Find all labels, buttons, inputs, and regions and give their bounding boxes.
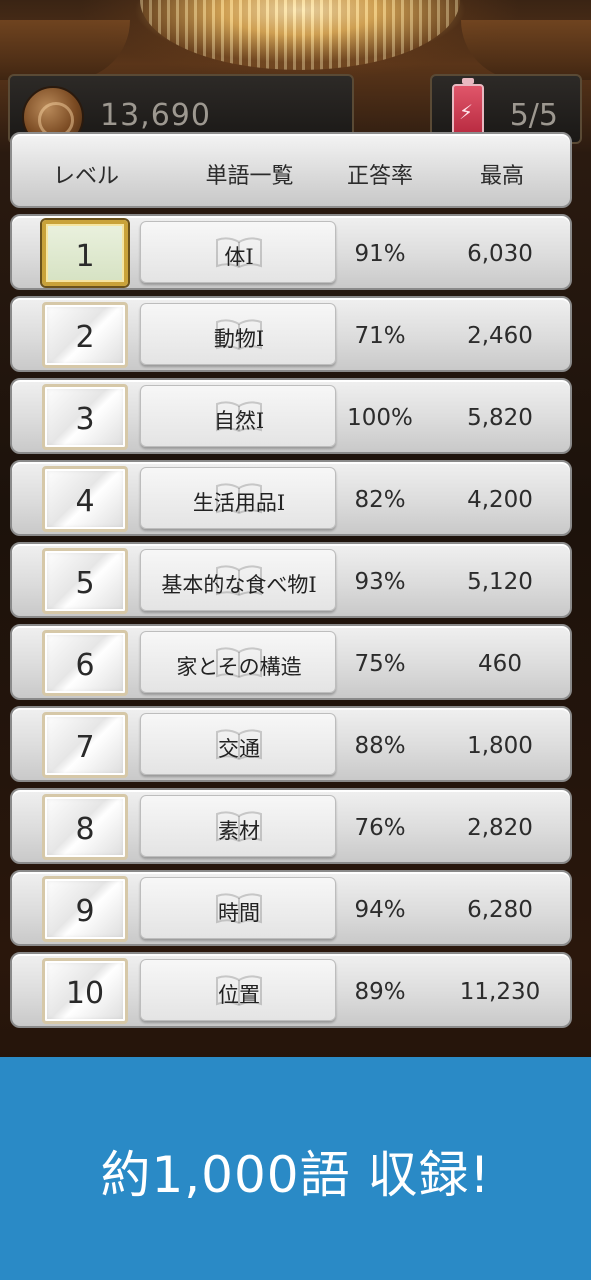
level-badge[interactable]: 2 [42,302,128,368]
best-score-value: 6,030 [467,241,533,267]
table-row[interactable]: 2 動物Ⅰ 71% 2,460 [10,296,572,372]
word-list-label: 素材 [218,819,260,843]
word-list-button[interactable]: 素材 [140,795,336,857]
level-number: 9 [75,894,95,929]
table-row[interactable]: 9 時間 94% 6,280 [10,870,572,946]
table-row[interactable]: 3 自然Ⅰ 100% 5,820 [10,378,572,454]
best-score-value: 1,800 [467,733,533,759]
word-list-label: 位置 [218,983,260,1007]
level-badge[interactable]: 1 [42,220,128,286]
table-row[interactable]: 10 位置 89% 11,230 [10,952,572,1028]
energy-count: 5/5 [509,98,558,133]
word-list-button[interactable]: 家とその構造 [140,631,336,693]
level-number: 2 [75,320,95,355]
level-number: 8 [75,812,95,847]
best-score-value: 5,120 [467,569,533,595]
level-number: 3 [75,402,95,437]
word-list-button[interactable]: 時間 [140,877,336,939]
level-badge[interactable]: 4 [42,466,128,532]
word-list-label: 生活用品Ⅰ [192,491,286,515]
background-arch-right [461,20,591,80]
header-word-list: 単語一覧 [205,164,294,189]
best-score-value: 4,200 [467,487,533,513]
level-number: 4 [75,484,95,519]
level-badge[interactable]: 9 [42,876,128,942]
word-list-label: 自然Ⅰ [213,409,265,433]
word-list-button[interactable]: 生活用品Ⅰ [140,467,336,529]
word-list-button[interactable]: 位置 [140,959,336,1021]
level-number: 7 [75,730,95,765]
level-number: 10 [65,976,105,1011]
header-level: レベル [52,164,119,189]
best-score-value: 11,230 [459,979,541,1005]
best-score-value: 5,820 [467,405,533,431]
promo-banner-text: 約1,000語 収録! [100,1146,491,1204]
level-number: 1 [75,239,95,274]
background-arch-left [0,20,130,80]
word-list-label: 時間 [218,901,260,925]
table-row[interactable]: 6 家とその構造 75% 460 [10,624,572,700]
level-badge[interactable]: 3 [42,384,128,450]
best-score-value: 6,280 [467,897,533,923]
level-badge[interactable]: 6 [42,630,128,696]
table-row[interactable]: 4 生活用品Ⅰ 82% 4,200 [10,460,572,536]
word-list-button[interactable]: 自然Ⅰ [140,385,336,447]
accuracy-value: 91% [354,241,406,267]
level-table: レベル 単語一覧 正答率 最高 1 体Ⅰ 91% 6,030 2 動物Ⅰ 71% 2,460 3… [10,132,572,1030]
word-list-button[interactable]: 交通 [140,713,336,775]
word-list-button[interactable]: 体Ⅰ [140,221,336,283]
level-badge[interactable]: 7 [42,712,128,778]
level-number: 5 [75,566,95,601]
accuracy-value: 93% [354,569,406,595]
coin-count: 13,690 [100,98,211,133]
table-row[interactable]: 7 交通 88% 1,800 [10,706,572,782]
word-list-label: 体Ⅰ [224,245,254,269]
chandelier-decoration [140,0,460,70]
level-badge[interactable]: 8 [42,794,128,860]
best-score-value: 2,820 [467,815,533,841]
accuracy-value: 89% [354,979,406,1005]
header-best-score: 最高 [479,164,524,189]
best-score-value: 460 [478,651,522,677]
level-badge[interactable]: 10 [42,958,128,1024]
level-badge[interactable]: 5 [42,548,128,614]
table-row[interactable]: 8 素材 76% 2,820 [10,788,572,864]
accuracy-value: 100% [347,405,413,431]
word-list-label: 家とその構造 [176,655,302,679]
best-score-value: 2,460 [467,323,533,349]
accuracy-value: 82% [354,487,406,513]
header-accuracy: 正答率 [346,164,413,189]
word-list-button[interactable]: 基本的な食べ物Ⅰ [140,549,336,611]
promo-banner: 約1,000語 収録! [0,1057,591,1280]
word-list-label: 交通 [218,737,260,761]
accuracy-value: 71% [354,323,406,349]
word-list-label: 動物Ⅰ [213,327,265,351]
word-list-label: 基本的な食べ物Ⅰ [161,573,317,597]
word-list-button[interactable]: 動物Ⅰ [140,303,336,365]
table-row[interactable]: 1 体Ⅰ 91% 6,030 [10,214,572,290]
accuracy-value: 88% [354,733,406,759]
level-number: 6 [75,648,95,683]
accuracy-value: 75% [354,651,406,677]
screen: 13,690 ⚡ 5/5 レベル 単語一覧 正答率 最高 1 体Ⅰ 91% 6,030… [0,0,591,1280]
accuracy-value: 94% [354,897,406,923]
accuracy-value: 76% [354,815,406,841]
table-header: レベル 単語一覧 正答率 最高 [10,132,572,208]
table-row[interactable]: 5 基本的な食べ物Ⅰ 93% 5,120 [10,542,572,618]
